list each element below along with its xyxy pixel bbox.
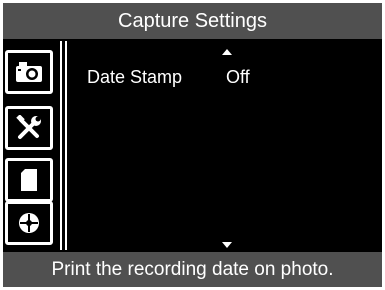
tools-icon — [16, 115, 41, 139]
camera-menu-screen: Capture Settings Date Stamp Off Print th… — [3, 3, 382, 287]
camera-icon — [16, 62, 42, 82]
flash-icon — [19, 213, 39, 233]
help-text: Print the recording date on photo. — [3, 252, 382, 287]
memory-card-icon — [21, 169, 37, 191]
menu-title: Capture Settings — [3, 3, 382, 39]
tab-camera[interactable] — [5, 50, 53, 94]
tab-setup[interactable] — [5, 106, 53, 150]
scroll-down-arrow-icon[interactable] — [222, 242, 232, 248]
tab-memory-card[interactable] — [5, 158, 53, 202]
sidebar-divider-left — [60, 41, 62, 250]
tab-flash[interactable] — [5, 201, 53, 245]
setting-value[interactable]: Off — [226, 66, 250, 88]
scroll-up-arrow-icon[interactable] — [222, 49, 232, 55]
sidebar-divider-right — [65, 41, 67, 250]
setting-label: Date Stamp — [87, 67, 183, 87]
